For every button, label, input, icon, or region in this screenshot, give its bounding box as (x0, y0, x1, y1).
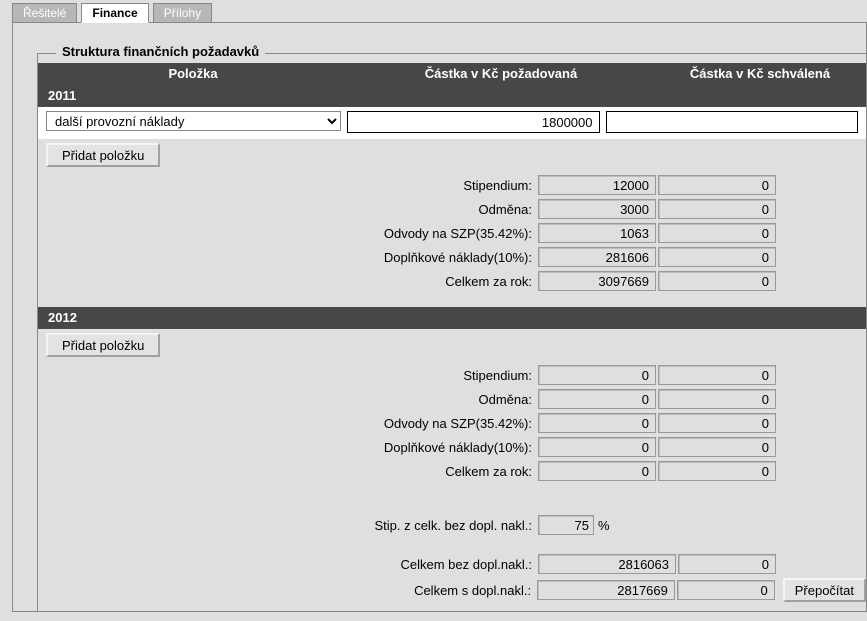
year-2011-header: 2011 (38, 85, 866, 107)
cell-req: 0 (538, 365, 656, 385)
cell-req: 0 (538, 413, 656, 433)
cell-req: 3000 (538, 199, 656, 219)
cell-appr: 0 (658, 389, 776, 409)
col-polozka: Položka (38, 66, 348, 81)
cell-req: 0 (538, 389, 656, 409)
percent-unit: % (598, 518, 610, 533)
cell-appr: 0 (658, 437, 776, 457)
fieldset-legend: Struktura finančních požadavků (56, 44, 265, 59)
row-stipendium-2012: Stipendium: 0 0 (38, 363, 866, 387)
label: Odměna: (38, 202, 538, 217)
cell-req: 0 (538, 437, 656, 457)
recalculate-button[interactable]: Přepočítat (783, 578, 866, 602)
cell-appr: 0 (677, 580, 775, 600)
label: Stip. z celk. bez dopl. nakl.: (38, 518, 538, 533)
label: Stipendium: (38, 178, 538, 193)
row-celkem-2012: Celkem za rok: 0 0 (38, 459, 866, 483)
cell-appr: 0 (658, 271, 776, 291)
cell-req: 0 (538, 461, 656, 481)
tab-bar: Řešitelé Finance Přílohy (0, 0, 867, 22)
cell-appr: 0 (658, 175, 776, 195)
finance-panel: Struktura finančních požadavků Položka Č… (12, 22, 867, 612)
label: Odvody na SZP(35.42%): (38, 416, 538, 431)
row-odvody-2012: Odvody na SZP(35.42%): 0 0 (38, 411, 866, 435)
cell-req: 281606 (538, 247, 656, 267)
tab-prilohy[interactable]: Přílohy (153, 3, 212, 23)
item-approved-input[interactable] (606, 111, 859, 133)
row-stipendium-2011: Stipendium: 12000 0 (38, 173, 866, 197)
row-stip-percent: Stip. z celk. bez dopl. nakl.: 75 % (38, 513, 866, 537)
item-requested-input[interactable] (347, 111, 600, 133)
label: Odměna: (38, 392, 538, 407)
row-odmena-2012: Odměna: 0 0 (38, 387, 866, 411)
cell-appr: 0 (658, 413, 776, 433)
col-schvalena: Částka v Kč schválená (654, 66, 866, 81)
label: Celkem za rok: (38, 464, 538, 479)
fieldset-struktura: Struktura finančních požadavků Položka Č… (37, 53, 866, 611)
row-celkem-2011: Celkem za rok: 3097669 0 (38, 269, 866, 293)
label: Doplňkové náklady(10%): (38, 440, 538, 455)
cell-appr: 0 (658, 199, 776, 219)
label: Celkem bez dopl.nakl.: (38, 557, 538, 572)
row-doplnkove-2012: Doplňkové náklady(10%): 0 0 (38, 435, 866, 459)
cell-req: 1063 (538, 223, 656, 243)
tab-resitele[interactable]: Řešitelé (12, 3, 77, 23)
label: Celkem za rok: (38, 274, 538, 289)
row-celkem-bez: Celkem bez dopl.nakl.: 2816063 0 (38, 551, 866, 577)
percent-value: 75 (538, 515, 594, 535)
tab-finance[interactable]: Finance (81, 3, 148, 23)
cell-appr: 0 (678, 554, 776, 574)
add-item-button-2011[interactable]: Přidat položku (46, 143, 160, 167)
cell-appr: 0 (658, 365, 776, 385)
label: Celkem s dopl.nakl.: (38, 583, 537, 598)
cell-appr: 0 (658, 247, 776, 267)
cell-req: 2816063 (538, 554, 676, 574)
add-item-button-2012[interactable]: Přidat položku (46, 333, 160, 357)
col-pozadovana: Částka v Kč požadovaná (348, 66, 654, 81)
item-entry-row: další provozní náklady (38, 107, 866, 139)
cell-req: 2817669 (537, 580, 675, 600)
columns-header: Položka Částka v Kč požadovaná Částka v … (38, 63, 866, 85)
row-odvody-2011: Odvody na SZP(35.42%): 1063 0 (38, 221, 866, 245)
cell-appr: 0 (658, 223, 776, 243)
label: Stipendium: (38, 368, 538, 383)
label: Doplňkové náklady(10%): (38, 250, 538, 265)
cell-req: 3097669 (538, 271, 656, 291)
item-type-select[interactable]: další provozní náklady (46, 111, 341, 131)
cell-req: 12000 (538, 175, 656, 195)
year-2012-header: 2012 (38, 307, 866, 329)
cell-appr: 0 (658, 461, 776, 481)
row-celkem-s: Celkem s dopl.nakl.: 2817669 0 Přepočíta… (38, 577, 866, 603)
label: Odvody na SZP(35.42%): (38, 226, 538, 241)
row-odmena-2011: Odměna: 3000 0 (38, 197, 866, 221)
row-doplnkove-2011: Doplňkové náklady(10%): 281606 0 (38, 245, 866, 269)
